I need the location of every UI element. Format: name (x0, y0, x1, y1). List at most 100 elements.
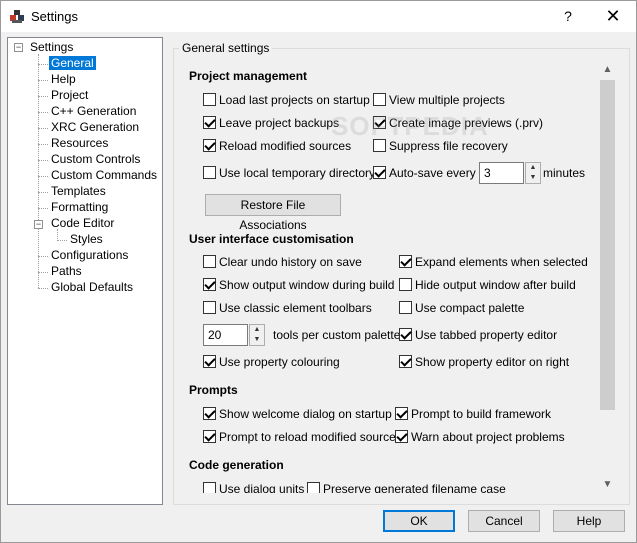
section-project-management: Project management (189, 69, 308, 83)
checkbox-box[interactable] (203, 255, 216, 268)
tree-connector (38, 144, 48, 145)
checkbox-label: Use classic element toolbars (219, 301, 372, 315)
checkbox-label: Use local temporary directory (219, 166, 376, 180)
checkbox-box[interactable] (399, 278, 412, 291)
checkbox-box[interactable] (399, 328, 412, 341)
checkbox-box[interactable] (203, 116, 216, 129)
scroll-down-icon[interactable]: ▼ (599, 476, 616, 493)
checkbox-label: Expand elements when selected (415, 255, 588, 269)
checkbox-box[interactable] (399, 255, 412, 268)
tree-connector (38, 80, 48, 81)
scrollbar-thumb[interactable] (600, 80, 615, 410)
tree-connector (38, 128, 48, 129)
tree-connector (38, 112, 48, 113)
tools-per-palette-input[interactable]: 20 (203, 324, 248, 346)
checkbox-box[interactable] (203, 93, 216, 106)
checkbox-box[interactable] (203, 301, 216, 314)
tree-item-paths[interactable]: Paths (49, 264, 84, 279)
checkbox-label: Warn about project problems (411, 430, 565, 444)
checkbox-box[interactable] (203, 407, 216, 420)
tree-item-cpp-generation[interactable]: C++ Generation (49, 104, 138, 119)
collapse-root-icon[interactable]: − (14, 43, 23, 52)
tree-item-help[interactable]: Help (49, 72, 78, 87)
checkbox-label: Create image previews (.prv) (389, 116, 544, 130)
section-prompts: Prompts (189, 383, 238, 397)
checkbox-box[interactable] (203, 278, 216, 291)
tree-item-styles[interactable]: Styles (68, 232, 105, 247)
checkbox-box[interactable] (399, 301, 412, 314)
tree-connector (38, 272, 48, 273)
cancel-button[interactable]: Cancel (468, 510, 540, 532)
window-title: Settings (31, 9, 78, 24)
tools-spin-buttons[interactable]: ▲ ▼ (249, 324, 265, 346)
help-button[interactable]: Help (553, 510, 625, 532)
tree-item-resources[interactable]: Resources (49, 136, 110, 151)
tree-item-general[interactable]: General (49, 56, 96, 71)
tree-connector (38, 192, 48, 193)
spin-up-icon[interactable]: ▲ (250, 325, 264, 335)
checkbox-box[interactable] (373, 166, 386, 179)
checkbox-box[interactable] (373, 139, 386, 152)
checkbox-label: Clear undo history on save (219, 255, 362, 269)
tree-connector (38, 176, 48, 177)
checkbox-box[interactable] (203, 430, 216, 443)
ok-button[interactable]: OK (383, 510, 455, 532)
spin-down-icon[interactable]: ▼ (250, 335, 264, 345)
spin-up-icon[interactable]: ▲ (526, 163, 540, 173)
tree-item-settings[interactable]: Settings (28, 40, 75, 55)
checkbox-box[interactable] (399, 355, 412, 368)
tree-item-configurations[interactable]: Configurations (49, 248, 130, 263)
auto-save-input[interactable]: 3 (479, 162, 524, 184)
auto-save-spin-buttons[interactable]: ▲ ▼ (525, 162, 541, 184)
auto-save-unit: minutes (543, 166, 586, 180)
checkbox-box[interactable] (203, 355, 216, 368)
tree-connector (57, 240, 67, 241)
tree-item-custom-controls[interactable]: Custom Controls (49, 152, 142, 167)
checkbox-label: Reload modified sources (219, 139, 352, 153)
checkbox-label: View multiple projects (389, 93, 505, 107)
tree-item-custom-commands[interactable]: Custom Commands (49, 168, 159, 183)
section-ui-customisation: User interface customisation (189, 232, 354, 246)
restore-file-associations-button[interactable]: Restore File Associations (205, 194, 341, 232)
checkbox-label: Suppress file recovery (389, 139, 508, 153)
tree-item-xrc-generation[interactable]: XRC Generation (49, 120, 141, 135)
checkbox-label: Show property editor on right (415, 355, 570, 369)
checkbox-box[interactable] (203, 166, 216, 179)
checkbox-box[interactable] (203, 139, 216, 152)
section-code-generation: Code generation (189, 458, 284, 472)
tree-item-project[interactable]: Project (49, 88, 90, 103)
checkbox-label: Hide output window after build (415, 278, 576, 292)
checkbox-label: Prompt to reload modified sources (219, 430, 402, 444)
checkbox-box[interactable] (373, 93, 386, 106)
help-title-button[interactable]: ? (545, 1, 591, 32)
app-icon (10, 10, 24, 23)
settings-tree[interactable]: − Settings − General Help Project C++ Ge… (7, 37, 163, 505)
checkbox-box[interactable] (373, 116, 386, 129)
settings-scrollbar[interactable]: ▲ ▼ (599, 61, 616, 493)
checkbox-label: Prompt to build framework (411, 407, 552, 421)
tree-item-code-editor[interactable]: Code Editor (49, 216, 116, 231)
checkbox-label: Load last projects on startup (219, 93, 370, 107)
tree-connector (38, 64, 48, 65)
checkbox-label: Preserve generated filename case (323, 482, 506, 493)
collapse-code-editor-icon[interactable]: − (34, 220, 43, 229)
scroll-up-icon[interactable]: ▲ (599, 61, 616, 78)
settings-window: Settings ? ✕ − Settings − General Help P… (0, 0, 637, 543)
checkbox-box[interactable] (203, 482, 216, 493)
close-button[interactable]: ✕ (590, 1, 636, 32)
spin-down-icon[interactable]: ▼ (526, 173, 540, 183)
tree-item-global-defaults[interactable]: Global Defaults (49, 280, 135, 295)
checkbox-label: Use dialog units (219, 482, 305, 493)
tree-item-templates[interactable]: Templates (49, 184, 108, 199)
checkbox-box[interactable] (395, 430, 408, 443)
tools-per-palette-label: tools per custom palette (273, 328, 401, 342)
checkbox-box[interactable] (307, 482, 320, 493)
tree-item-formatting[interactable]: Formatting (49, 200, 110, 215)
settings-scroll-area: Project management Load last projects on… (181, 61, 599, 493)
tree-connector (38, 160, 48, 161)
checkbox-box[interactable] (395, 407, 408, 420)
checkbox-label: Leave project backups (219, 116, 340, 130)
title-bar: Settings ? ✕ (1, 1, 636, 32)
tree-connector (38, 96, 48, 97)
checkbox-label: Auto-save every (389, 166, 476, 180)
